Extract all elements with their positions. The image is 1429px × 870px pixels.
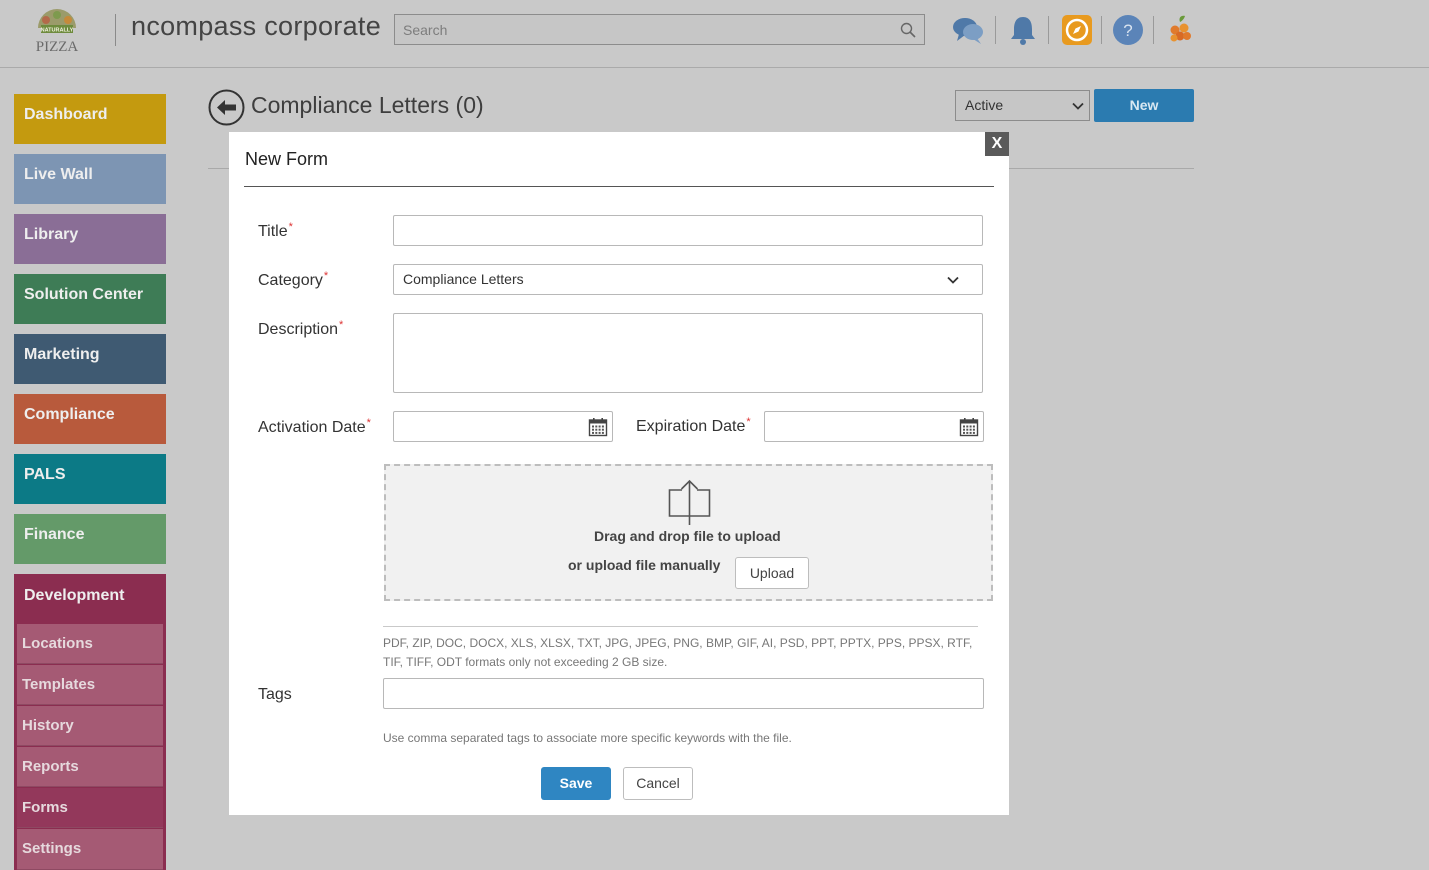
header-separator [1101, 16, 1102, 44]
modal-title: New Form [245, 149, 329, 169]
sidebar-item-label: Library [24, 226, 79, 243]
description-field[interactable] [393, 313, 983, 393]
upload-button[interactable]: Upload [735, 557, 809, 589]
activation-date-input[interactable] [394, 412, 612, 441]
fruit-avatar-icon[interactable] [1163, 13, 1197, 47]
sidebar-item-label: Development [24, 587, 125, 604]
sidebar-subitem-templates[interactable]: Templates [17, 665, 163, 705]
sidebar-item-label: Compliance [24, 406, 115, 423]
tags-label: Tags [258, 686, 292, 703]
search-box[interactable] [394, 14, 925, 45]
description-label-text: Description [258, 321, 339, 338]
upload-icon [668, 479, 711, 525]
sidebar-item-dashboard[interactable]: Dashboard [14, 94, 166, 144]
naturally-pizza-logo[interactable]: NATURALLY PIZZA [32, 6, 82, 54]
close-button[interactable]: X [985, 132, 1009, 156]
activation-date-field[interactable] [393, 411, 613, 442]
sidebar-item-label: Solution Center [24, 286, 144, 303]
status-filter-select[interactable]: Active [955, 90, 1090, 121]
sidebar-item-label: PALS [24, 466, 66, 483]
allowed-formats-text: PDF, ZIP, DOC, DOCX, XLS, XLSX, TXT, JPG… [383, 636, 973, 669]
compass-icon[interactable] [1060, 13, 1094, 47]
svg-text:PIZZA: PIZZA [36, 39, 79, 54]
expiration-date-field[interactable] [764, 411, 984, 442]
save-button[interactable]: Save [541, 767, 611, 800]
required-mark: * [339, 319, 344, 331]
cancel-button[interactable]: Cancel [623, 767, 693, 800]
tags-input[interactable] [384, 679, 983, 708]
sidebar-item-label: Finance [24, 526, 85, 543]
activation-date-label-text: Activation Date [258, 419, 366, 436]
required-mark: * [366, 417, 371, 429]
search-icon[interactable] [899, 21, 917, 39]
sidebar-item-label: Live Wall [24, 166, 93, 183]
description-label: Description* [258, 319, 344, 339]
activation-date-label: Activation Date* [258, 417, 371, 437]
sidebar-subitem-settings[interactable]: Settings [17, 829, 163, 870]
header-separator [1153, 16, 1154, 44]
svg-text:?: ? [1123, 21, 1132, 40]
dropzone-text: Drag and drop file to upload [594, 528, 781, 544]
sidebar-item-marketing[interactable]: Marketing [14, 334, 166, 384]
sidebar-subitem-history[interactable]: History [17, 706, 163, 746]
sidebar-item-solution-center[interactable]: Solution Center [14, 274, 166, 324]
expiration-date-label: Expiration Date* [636, 416, 751, 436]
expiration-date-input[interactable] [765, 412, 983, 441]
required-mark: * [288, 221, 293, 233]
back-arrow-icon[interactable] [208, 89, 245, 126]
sidebar-item-label: Marketing [24, 346, 100, 363]
sidebar-item-library[interactable]: Library [14, 214, 166, 264]
title-input[interactable] [394, 216, 982, 245]
chevron-down-icon [1072, 102, 1084, 110]
required-mark: * [746, 416, 751, 428]
sidebar-item-compliance[interactable]: Compliance [14, 394, 166, 444]
logo-divider [115, 14, 116, 46]
tags-hint: Use comma separated tags to associate mo… [383, 731, 792, 745]
dropzone-manual-text: or upload file manually [568, 557, 721, 573]
sidebar-subitem-forms[interactable]: Forms [17, 788, 163, 828]
title-label: Title* [258, 221, 293, 241]
category-label-text: Category [258, 272, 323, 289]
status-filter-value: Active [965, 97, 1004, 113]
sidebar-subitem-locations[interactable]: Locations [17, 624, 163, 664]
sidebar-item-label: Dashboard [24, 106, 108, 123]
bell-icon[interactable] [1006, 13, 1040, 47]
modal-divider [244, 186, 994, 187]
description-textarea[interactable] [394, 314, 982, 392]
tags-field[interactable] [383, 678, 984, 709]
chevron-down-icon [947, 276, 959, 284]
sidebar-item-live-wall[interactable]: Live Wall [14, 154, 166, 204]
chat-icon[interactable] [951, 13, 985, 47]
formats-divider [383, 626, 978, 627]
calendar-icon[interactable] [959, 417, 979, 437]
page-title: Compliance Letters (0) [251, 92, 484, 118]
svg-text:NATURALLY: NATURALLY [41, 28, 74, 34]
header-separator [1048, 16, 1049, 44]
sidebar-subitem-reports[interactable]: Reports [17, 747, 163, 787]
title-field[interactable] [393, 215, 983, 246]
help-icon[interactable]: ? [1111, 13, 1145, 47]
sidebar-item-finance[interactable]: Finance [14, 514, 166, 564]
required-mark: * [323, 270, 329, 282]
category-value: Compliance Letters [403, 271, 524, 287]
company-name: ncompass corporate [131, 11, 382, 41]
category-label: Category* [258, 270, 329, 290]
expiration-date-label-text: Expiration Date [636, 418, 746, 435]
title-label-text: Title [258, 223, 288, 240]
header-separator [995, 16, 996, 44]
category-select[interactable]: Compliance Letters [393, 264, 983, 295]
calendar-icon[interactable] [588, 417, 608, 437]
sidebar-item-pals[interactable]: PALS [14, 454, 166, 504]
app-header: NATURALLY PIZZA ncompass corporate ? [0, 0, 1429, 68]
search-input[interactable] [395, 15, 924, 44]
new-button[interactable]: New [1094, 89, 1194, 122]
